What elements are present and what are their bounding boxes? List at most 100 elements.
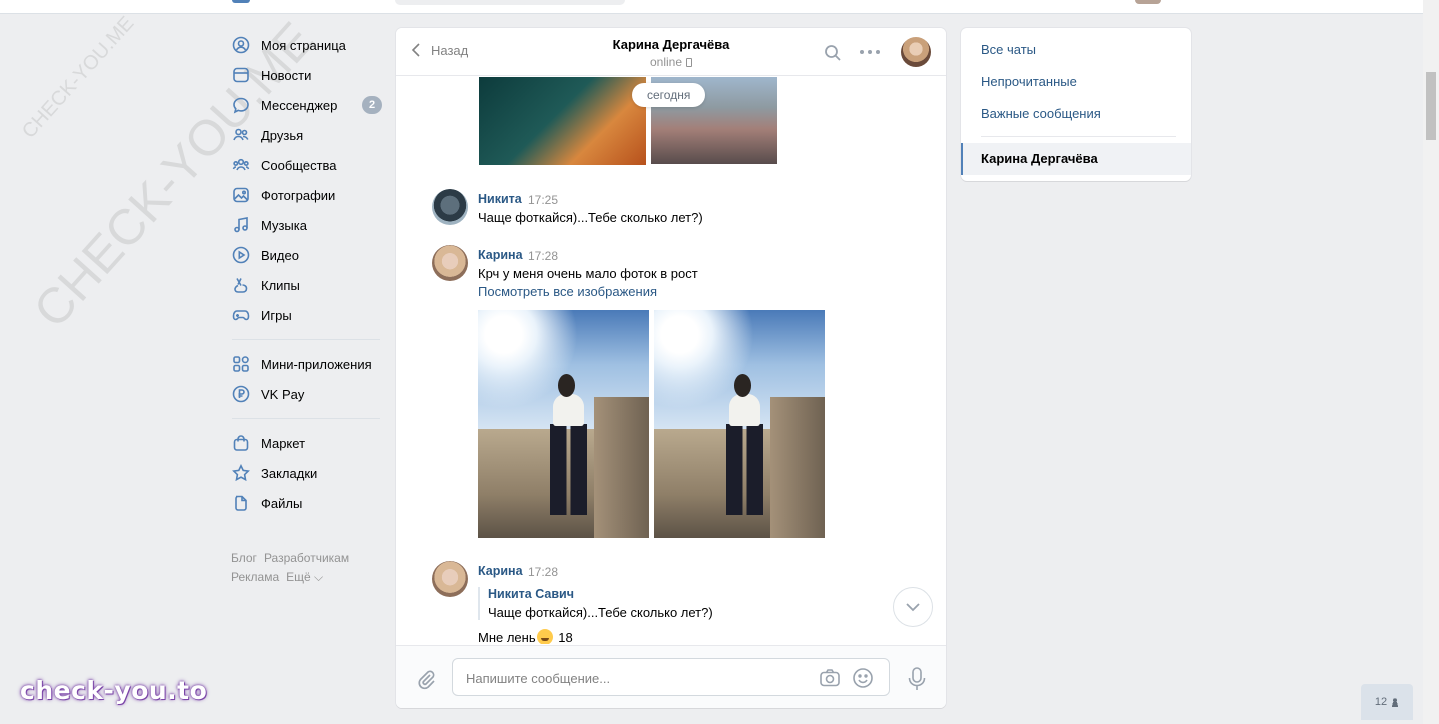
smile-icon[interactable] [852,667,874,689]
message-author[interactable]: Карина [478,248,523,262]
quote-author[interactable]: Никита Савич [488,587,713,601]
page-scrollbar[interactable] [1423,0,1439,724]
header-avatar[interactable] [1135,0,1161,4]
panel-divider [981,136,1176,137]
nav-bookmarks[interactable]: Закладки [228,458,388,488]
star-icon [232,464,250,482]
nav-video[interactable]: Видео [228,240,388,270]
nav-messenger[interactable]: Мессенджер 2 [228,90,388,120]
message-composer [396,645,946,708]
message-time: 17:28 [528,249,559,263]
active-chat-label: Карина Дергачёва [981,151,1098,166]
message-input[interactable] [466,668,806,688]
chat-avatar[interactable] [901,37,931,67]
sweat-smile-emoji-icon [536,629,553,644]
person-icon [1391,697,1400,707]
unread-badge: 2 [362,96,382,114]
footer-link-ads[interactable]: Реклама [231,570,279,584]
filter-important[interactable]: Важные сообщения [981,106,1101,121]
nav-divider [232,418,380,419]
chat-bubble-icon [232,96,250,114]
filter-unread[interactable]: Непрочитанные [981,74,1077,89]
newspaper-icon [232,66,250,84]
nav-vk-pay[interactable]: VK Pay [228,379,388,409]
gamepad-icon [232,306,250,324]
scrollbar-thumb[interactable] [1426,72,1436,140]
date-divider: сегодня [632,83,706,107]
nav-label: Мессенджер [261,97,338,113]
message-input-box [452,658,890,696]
chevron-down-icon [906,603,920,612]
nav-news[interactable]: Новости [228,60,388,90]
top-header [0,0,1423,14]
nav-files[interactable]: Файлы [228,488,388,518]
nav-music[interactable]: Музыка [228,210,388,240]
message-text: Крч у меня очень мало фоток в рост [478,266,698,281]
music-note-icon [232,216,250,234]
vk-logo[interactable] [232,0,250,3]
nav-label: Игры [261,307,292,323]
shopping-bag-icon [232,434,250,452]
user-circle-icon [232,36,250,54]
online-status: online [649,55,683,69]
friends-icon [232,126,250,144]
nav-games[interactable]: Игры [228,300,388,330]
message-text-part: Мне лень [478,630,536,644]
message-text: Мне лень 18 [478,629,573,644]
message-author[interactable]: Карина [478,564,523,578]
nav-label: Клипы [261,277,300,293]
play-icon [232,246,250,264]
footer-link-blog[interactable]: Блог [231,551,257,565]
camera-icon[interactable] [819,668,841,688]
left-sidebar: Моя страница Новости Мессенджер 2 Друзья… [228,30,388,518]
nav-label: Видео [261,247,299,263]
mobile-icon [686,58,693,67]
nav-label: Фотографии [261,187,336,203]
header-search-input[interactable] [395,0,625,5]
avatar[interactable] [432,189,468,225]
nav-communities[interactable]: Сообщества [228,150,388,180]
nav-label: Мини-приложения [261,356,372,372]
forwarded-quote[interactable]: Никита Савич Чаще фоткайся)...Тебе сколь… [478,587,713,620]
brand-watermark: check-you.to [20,676,208,705]
chat-filter-panel: Все чаты Непрочитанные Важные сообщения … [961,28,1191,181]
footer-link-developers[interactable]: Разработчикам [264,551,349,565]
view-all-images-link[interactable]: Посмотреть все изображения [478,284,657,299]
nav-label: Закладки [261,465,318,481]
active-chat-item[interactable]: Карина Дергачёва [961,143,1191,175]
quote-text: Чаще фоткайся)...Тебе сколько лет?) [488,605,713,620]
message-author[interactable]: Никита [478,192,522,206]
online-friends-counter[interactable]: 12 [1361,684,1413,720]
message-text-part: 18 [554,630,573,644]
photo-attachment[interactable] [478,310,649,538]
search-icon[interactable] [824,44,842,62]
clips-icon [232,276,250,294]
scroll-to-bottom-button[interactable] [893,587,933,627]
avatar[interactable] [432,561,468,597]
photo-attachment[interactable] [479,77,646,165]
online-count: 12 [1374,696,1388,708]
message-history[interactable]: сегодня Никита 17:25 Чаще фоткайся)...Те… [396,77,946,644]
nav-friends[interactable]: Друзья [228,120,388,150]
file-icon [232,494,250,512]
photo-attachment[interactable] [654,310,825,538]
nav-label: Сообщества [261,157,337,173]
nav-my-page[interactable]: Моя страница [228,30,388,60]
filter-all-chats[interactable]: Все чаты [981,42,1036,57]
avatar[interactable] [432,245,468,281]
message-time: 17:25 [528,193,559,207]
photo-icon [232,186,250,204]
nav-mini-apps[interactable]: Мини-приложения [228,349,388,379]
paperclip-icon[interactable] [415,668,437,690]
nav-market[interactable]: Маркет [228,428,388,458]
nav-photos[interactable]: Фотографии [228,180,388,210]
footer-link-more[interactable]: Ещё ⌵ [286,570,323,584]
communities-icon [232,156,250,174]
message-text: Чаще фоткайся)...Тебе сколько лет?) [478,210,703,225]
nav-label: VK Pay [261,386,305,402]
chat-header: Назад Карина Дергачёва online [396,28,946,76]
message-time: 17:28 [528,565,559,579]
nav-clips[interactable]: Клипы [228,270,388,300]
microphone-icon[interactable] [906,666,928,692]
more-icon[interactable] [860,43,880,61]
